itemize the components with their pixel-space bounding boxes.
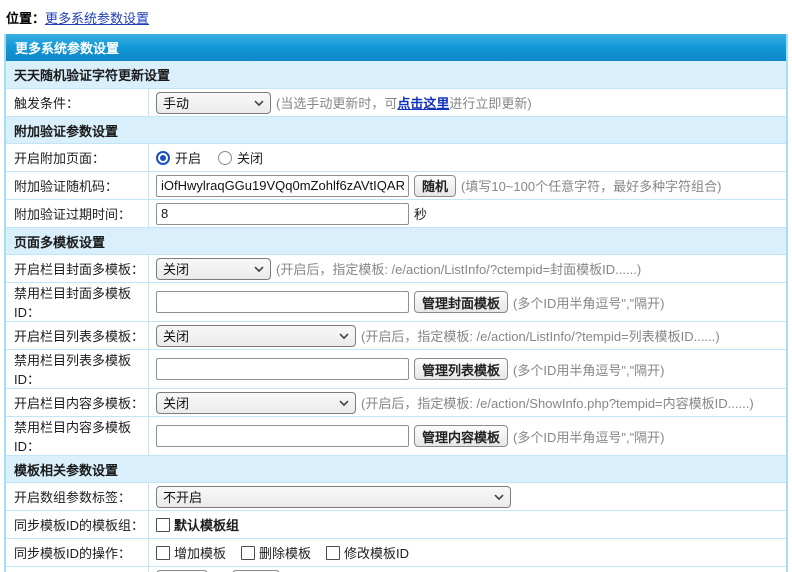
sync-group-label: 同步模板ID的模板组：	[6, 511, 149, 538]
row-attach-page: 开启附加页面： 开启 关闭	[6, 143, 786, 171]
trigger-hint: (当选手动更新时，可点击这里进行立即更新)	[276, 93, 532, 112]
row-cover-multi: 开启栏目封面多模板： 关闭 (开启后，指定模板: /e/action/ListI…	[6, 254, 786, 282]
row-list-multi: 开启栏目列表多模板： 关闭 (开启后，指定模板: /e/action/ListI…	[6, 321, 786, 349]
default-template-group-checkbox[interactable]: 默认模板组	[156, 515, 239, 534]
section-header-template-params: 模板相关参数设置	[6, 455, 786, 482]
expire-unit: 秒	[414, 204, 427, 223]
breadcrumb-prefix: 位置：	[6, 11, 45, 26]
rand-code-input[interactable]	[156, 175, 409, 197]
row-sync-group: 同步模板ID的模板组： 默认模板组	[6, 510, 786, 538]
row-sync-ops: 同步模板ID的操作： 增加模板 删除模板 修改模板ID	[6, 538, 786, 566]
cover-disable-label: 禁用栏目封面多模板ID：	[6, 283, 149, 321]
list-multi-label: 开启栏目列表多模板：	[6, 322, 149, 349]
attach-page-radio-off[interactable]: 关闭	[218, 148, 263, 167]
list-disable-label: 禁用栏目列表多模板ID：	[6, 350, 149, 388]
chevron-down-icon	[494, 494, 504, 501]
expire-label: 附加验证过期时间：	[6, 200, 149, 227]
cover-multi-select-value: 关闭	[163, 259, 189, 278]
attach-page-label: 开启附加页面：	[6, 144, 149, 171]
row-rand-code: 附加验证随机码： 随机 (填写10~100个任意字符，最好多种字符组合)	[6, 171, 786, 199]
list-disable-hint: (多个ID用半角逗号","隔开)	[513, 360, 665, 379]
cover-multi-hint: (开启后，指定模板: /e/action/ListInfo/?ctempid=封…	[276, 259, 641, 278]
info-disable-hint: (多个ID用半角逗号","隔开)	[513, 427, 665, 446]
row-trigger-condition: 触发条件： 手动 (当选手动更新时，可点击这里进行立即更新)	[6, 88, 786, 116]
manage-list-template-button[interactable]: 管理列表模板	[414, 358, 508, 380]
info-multi-hint: (开启后，指定模板: /e/action/ShowInfo.php?tempid…	[361, 393, 754, 412]
row-info-disable: 禁用栏目内容多模板ID： 管理内容模板 (多个ID用半角逗号","隔开)	[6, 416, 786, 455]
checkbox-icon	[156, 518, 170, 532]
cover-multi-select[interactable]: 关闭	[156, 258, 271, 280]
row-cover-disable: 禁用栏目封面多模板ID： 管理封面模板 (多个ID用半角逗号","隔开)	[6, 282, 786, 321]
checkbox-icon	[326, 546, 340, 560]
list-multi-hint: (开启后，指定模板: /e/action/ListInfo/?tempid=列表…	[361, 326, 720, 345]
manage-cover-template-button[interactable]: 管理封面模板	[414, 291, 508, 313]
array-tag-select-value: 不开启	[163, 487, 202, 506]
attach-page-radio-on[interactable]: 开启	[156, 148, 201, 167]
radio-off-icon	[218, 151, 232, 165]
array-tag-select[interactable]: 不开启	[156, 486, 511, 508]
row-expire-time: 附加验证过期时间： 秒	[6, 199, 786, 227]
info-multi-select-value: 关闭	[163, 393, 189, 412]
info-disable-label: 禁用栏目内容多模板ID：	[6, 417, 149, 455]
trigger-label: 触发条件：	[6, 89, 149, 116]
modify-template-id-label: 修改模板ID	[344, 543, 409, 562]
cover-multi-label: 开启栏目封面多模板：	[6, 255, 149, 282]
panel-title: 更多系统参数设置	[6, 34, 786, 61]
chevron-down-icon	[339, 333, 349, 340]
cover-disable-hint: (多个ID用半角逗号","隔开)	[513, 293, 665, 312]
rand-code-hint: (填写10~100个任意字符，最好多种字符组合)	[461, 176, 721, 195]
array-tag-label: 开启数组参数标签：	[6, 483, 149, 510]
section-header-multi-template: 页面多模板设置	[6, 227, 786, 254]
submit-row-spacer	[6, 567, 149, 572]
list-disable-input[interactable]	[156, 358, 409, 380]
checkbox-icon	[241, 546, 255, 560]
radio-off-label: 关闭	[237, 148, 263, 167]
info-disable-input[interactable]	[156, 425, 409, 447]
delete-template-label: 删除模板	[259, 543, 311, 562]
settings-panel: 更多系统参数设置 天天随机验证字符更新设置 触发条件： 手动 (当选手动更新时，…	[4, 34, 788, 572]
chevron-down-icon	[254, 100, 264, 107]
breadcrumb: 位置：更多系统参数设置	[0, 0, 792, 34]
delete-template-checkbox[interactable]: 删除模板	[241, 543, 311, 562]
info-multi-select[interactable]: 关闭	[156, 392, 356, 414]
info-multi-label: 开启栏目内容多模板：	[6, 389, 149, 416]
list-multi-select-value: 关闭	[163, 326, 189, 345]
row-submit: 提 交 重置	[6, 566, 786, 572]
chevron-down-icon	[339, 400, 349, 407]
breadcrumb-link[interactable]: 更多系统参数设置	[45, 11, 149, 26]
list-multi-select[interactable]: 关闭	[156, 325, 356, 347]
trigger-select[interactable]: 手动	[156, 92, 271, 114]
section-header-attach-verify: 附加验证参数设置	[6, 116, 786, 143]
row-array-tag: 开启数组参数标签： 不开启	[6, 482, 786, 510]
chevron-down-icon	[254, 266, 264, 273]
rand-code-label: 附加验证随机码：	[6, 172, 149, 199]
modify-template-id-checkbox[interactable]: 修改模板ID	[326, 543, 409, 562]
sync-ops-label: 同步模板ID的操作：	[6, 539, 149, 566]
random-button[interactable]: 随机	[414, 175, 456, 197]
add-template-label: 增加模板	[174, 543, 226, 562]
manage-info-template-button[interactable]: 管理内容模板	[414, 425, 508, 447]
cover-disable-input[interactable]	[156, 291, 409, 313]
checkbox-icon	[156, 546, 170, 560]
radio-on-label: 开启	[175, 148, 201, 167]
section-header-daily-update: 天天随机验证字符更新设置	[6, 61, 786, 88]
radio-on-icon	[156, 151, 170, 165]
expire-input[interactable]	[156, 203, 409, 225]
default-template-group-label: 默认模板组	[174, 515, 239, 534]
add-template-checkbox[interactable]: 增加模板	[156, 543, 226, 562]
row-list-disable: 禁用栏目列表多模板ID： 管理列表模板 (多个ID用半角逗号","隔开)	[6, 349, 786, 388]
trigger-select-value: 手动	[163, 93, 189, 112]
click-here-link[interactable]: 点击这里	[397, 96, 449, 111]
row-info-multi: 开启栏目内容多模板： 关闭 (开启后，指定模板: /e/action/ShowI…	[6, 388, 786, 416]
